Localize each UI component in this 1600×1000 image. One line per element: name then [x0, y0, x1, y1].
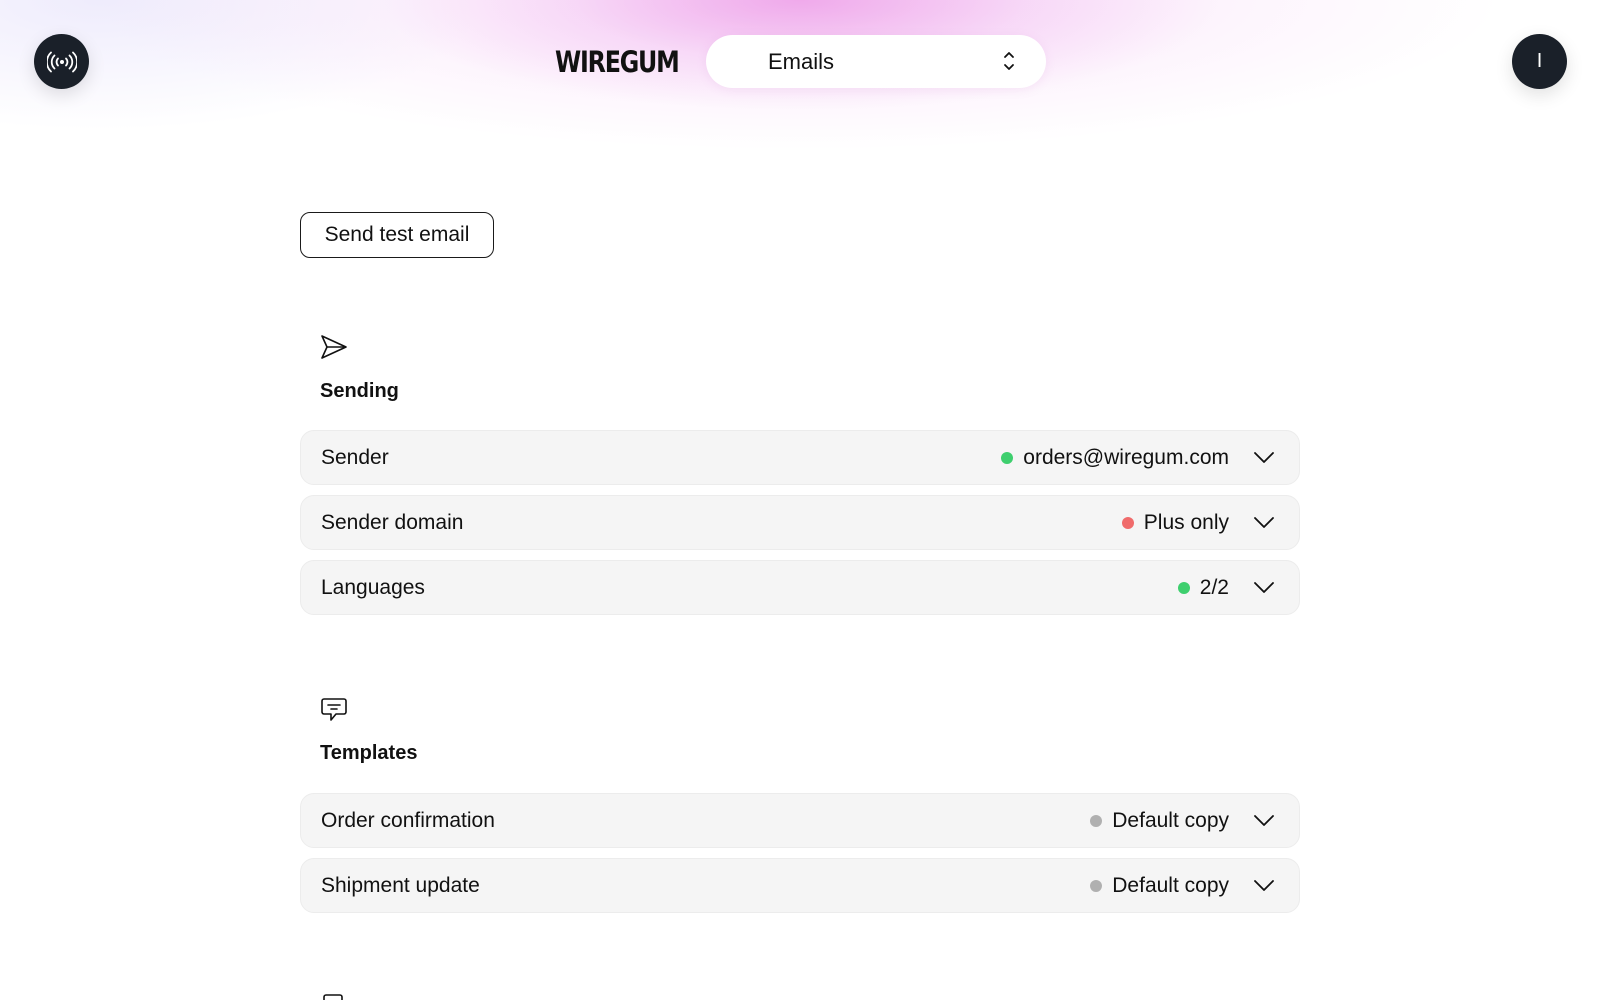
avatar-button[interactable]: I [1512, 34, 1567, 89]
next-section-icon [323, 994, 343, 1000]
avatar-initial: I [1536, 50, 1543, 72]
header-gradient [0, 0, 1600, 220]
status-dot [1177, 581, 1190, 594]
languages-status: 2/2 [1177, 575, 1229, 600]
languages-status-text: 2/2 [1199, 575, 1229, 599]
chevron-down-icon [1254, 452, 1274, 463]
shipment-update-row[interactable]: Shipment update Default copy [300, 858, 1300, 913]
order-confirmation-row[interactable]: Order confirmation Default copy [300, 793, 1300, 848]
send-icon [321, 335, 347, 359]
up-down-chevron-icon [1004, 52, 1014, 70]
sender-domain-status: Plus only [1121, 510, 1229, 535]
sender-domain-status-text: Plus only [1143, 510, 1229, 534]
sender-status-text: orders@wiregum.com [1023, 445, 1229, 469]
status-dot [1001, 451, 1014, 464]
templates-section-title: Templates [320, 742, 418, 764]
shipment-update-status-text: Default copy [1112, 873, 1229, 897]
sender-domain-label: Sender domain [321, 510, 464, 534]
sender-label: Sender [321, 445, 389, 469]
brand-logo: WIREGUM [555, 45, 680, 79]
message-icon [321, 698, 347, 721]
chevron-down-icon [1254, 880, 1274, 891]
shipment-update-label: Shipment update [321, 873, 480, 897]
status-dot [1090, 814, 1103, 827]
order-confirmation-status: Default copy [1090, 809, 1229, 833]
status-dot [1090, 879, 1103, 892]
chevron-down-icon [1254, 582, 1274, 593]
order-confirmation-status-text: Default copy [1112, 808, 1229, 832]
sending-section-title: Sending [320, 380, 399, 402]
languages-row[interactable]: Languages 2/2 [300, 560, 1300, 615]
chevron-down-icon [1254, 517, 1274, 528]
send-test-email-button[interactable]: Send test email [300, 212, 494, 258]
status-dot [1121, 516, 1134, 529]
order-confirmation-label: Order confirmation [321, 808, 495, 832]
chevron-down-icon [1254, 815, 1274, 826]
broadcast-icon [46, 51, 77, 72]
sender-row[interactable]: Sender orders@wiregum.com [300, 430, 1300, 485]
section-selector[interactable]: Emails [706, 35, 1046, 88]
broadcast-button[interactable] [34, 34, 89, 89]
sender-status: orders@wiregum.com [1001, 446, 1229, 470]
shipment-update-status: Default copy [1090, 874, 1229, 898]
languages-label: Languages [321, 575, 425, 599]
section-selector-value: Emails [768, 48, 835, 74]
sender-domain-row[interactable]: Sender domain Plus only [300, 495, 1300, 550]
